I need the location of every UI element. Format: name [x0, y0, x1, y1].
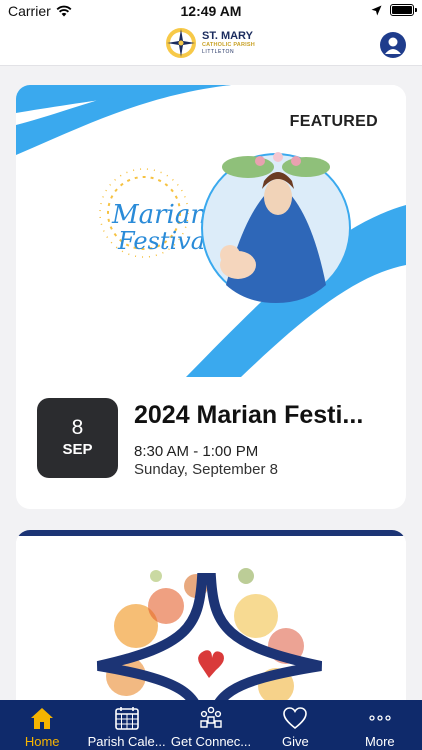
battery-icon — [390, 4, 417, 16]
event-date-badge: 8 SEP — [37, 398, 118, 478]
tab-give[interactable]: Give — [253, 700, 337, 750]
tab-label: Home — [24, 734, 60, 749]
parish-logo: ST. MARY CATHOLIC PARISH LITTLETON — [164, 26, 255, 60]
logo-name: ST. MARY — [202, 30, 253, 43]
profile-button[interactable] — [380, 32, 406, 58]
clock: 12:49 AM — [180, 3, 242, 19]
logo-city: LITTLETON — [202, 48, 235, 55]
tab-label: Give — [282, 734, 309, 749]
parish-cross-emblem-icon — [166, 28, 196, 58]
festival-script-line1: Marian — [111, 200, 207, 230]
heart-icon — [283, 707, 308, 730]
status-bar: Carrier 12:49 AM — [0, 0, 422, 22]
tab-label: More — [365, 734, 395, 749]
madonna-portrait — [201, 152, 351, 303]
event-date: Sunday, September 8 — [134, 461, 278, 478]
calendar-icon — [114, 707, 139, 730]
tab-get-connected[interactable]: Get Connec... — [169, 700, 253, 750]
festival-script-line2: Festival — [117, 227, 213, 255]
event-month: SEP — [62, 441, 93, 458]
tab-more[interactable]: More — [338, 700, 422, 750]
event-time: 8:30 AM - 1:00 PM — [134, 443, 259, 460]
event-day: 8 — [71, 416, 84, 439]
people-icon — [200, 706, 222, 728]
bottom-tab-bar: Home Parish Cale... Get Connec... Give M… — [0, 700, 422, 750]
more-icon — [369, 715, 391, 721]
event-title: 2024 Marian Festi... — [134, 401, 364, 429]
tab-label: Parish Cale... — [87, 734, 166, 749]
home-icon — [31, 708, 54, 729]
app-header: ST. MARY CATHOLIC PARISH LITTLETON — [0, 22, 422, 66]
tab-label: Get Connec... — [170, 734, 252, 749]
tab-home[interactable]: Home — [0, 700, 84, 750]
location-arrow-icon — [371, 5, 382, 15]
logo-subtitle: CATHOLIC PARISH — [202, 42, 255, 49]
featured-event-card[interactable]: Marian Festival FEATURED 8 SEP 2024 Mari… — [16, 85, 406, 509]
user-icon — [385, 37, 401, 54]
featured-label: FEATURED — [289, 113, 378, 130]
tab-parish-calendar[interactable]: Parish Cale... — [84, 700, 168, 750]
